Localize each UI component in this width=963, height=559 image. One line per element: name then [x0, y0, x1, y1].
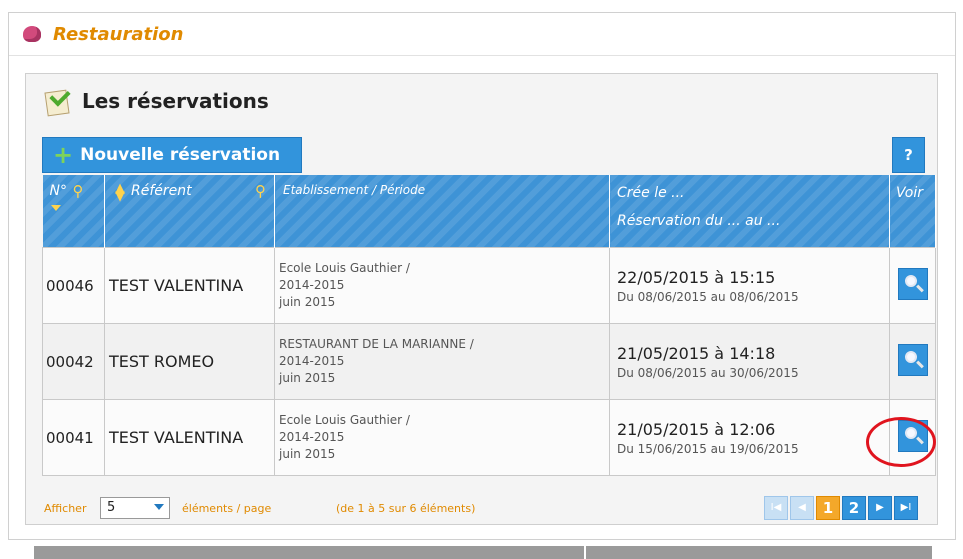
table-row: 00041 TEST VALENTINA Ecole Louis Gauthie…: [42, 399, 936, 476]
sort-icon[interactable]: ▲ ▼: [115, 182, 127, 203]
reservations-panel: Les réservations + Nouvelle réservation …: [25, 73, 938, 525]
reservation-number: 00046: [46, 277, 94, 295]
range-text: (de 1 à 5 sur 6 éléments): [336, 502, 476, 515]
table-header-row: N° ⚲ ▲ ▼ Référent ⚲ Etablissement / Péri…: [42, 175, 936, 248]
view-reservation-button[interactable]: [897, 343, 928, 376]
page-1-button[interactable]: 1: [816, 496, 840, 520]
header-voir-label: Voir: [896, 185, 923, 201]
page-size-select[interactable]: 5: [100, 497, 170, 519]
reservation-number: 00041: [46, 429, 94, 447]
reservations-table: N° ⚲ ▲ ▼ Référent ⚲ Etablissement / Péri…: [42, 175, 936, 476]
establishment-info: Ecole Louis Gauthier / 2014-2015 juin 20…: [279, 413, 410, 461]
dropdown-chevron-icon: [154, 504, 164, 510]
app-title: Restauration: [53, 23, 184, 45]
magnifier-icon: [904, 274, 917, 287]
search-referent-icon[interactable]: ⚲: [255, 182, 269, 200]
highlight-circle: [866, 417, 936, 467]
app-window: Restauration Les réservations + Nouvelle…: [8, 12, 956, 540]
table-row: 00042 TEST ROMEO RESTAURANT DE LA MARIAN…: [42, 323, 936, 400]
header-num[interactable]: N° ⚲: [42, 175, 105, 248]
panel-heading: Les réservations: [44, 85, 269, 117]
search-num-icon[interactable]: ⚲: [73, 182, 87, 200]
referent-name: TEST VALENTINA: [109, 428, 244, 447]
establishment-info: RESTAURANT DE LA MARIANNE / 2014-2015 ju…: [279, 337, 474, 385]
next-page-button[interactable]: ▶: [868, 496, 892, 520]
header-referent-label: Référent: [131, 183, 192, 199]
header-num-label: N°: [49, 183, 67, 199]
table-footer: Afficher 5 éléments / page (de 1 à 5 sur…: [42, 496, 935, 522]
app-header: Restauration: [9, 13, 955, 56]
header-period-label: Réservation du ... au ...: [617, 213, 781, 229]
show-label: Afficher: [44, 502, 87, 515]
establishment-info: Ecole Louis Gauthier / 2014-2015 juin 20…: [279, 261, 410, 309]
last-page-button[interactable]: ▶I: [894, 496, 918, 520]
sort-desc-icon[interactable]: [50, 205, 61, 211]
header-created-label: Crée le ...: [617, 185, 685, 201]
new-reservation-label: Nouvelle réservation: [80, 145, 281, 165]
app-logo-icon: [23, 26, 41, 42]
header-estab: Etablissement / Période: [274, 175, 610, 248]
header-estab-label: Etablissement / Période: [283, 183, 426, 197]
table-row: 00046 TEST VALENTINA Ecole Louis Gauthie…: [42, 247, 936, 324]
view-reservation-button[interactable]: [897, 267, 928, 300]
magnifier-icon: [904, 350, 917, 363]
reservation-dates: 22/05/2015 à 15:15 Du 08/06/2015 au 08/0…: [617, 267, 799, 304]
header-created: Crée le ... Réservation du ... au ...: [609, 175, 890, 248]
per-page-label: éléments / page: [182, 502, 272, 515]
reservation-dates: 21/05/2015 à 12:06 Du 15/06/2015 au 19/0…: [617, 419, 799, 456]
referent-name: TEST VALENTINA: [109, 276, 244, 295]
help-button[interactable]: ?: [892, 137, 925, 173]
plus-icon: +: [53, 141, 74, 169]
panel-title: Les réservations: [82, 89, 269, 113]
header-referent[interactable]: ▲ ▼ Référent ⚲: [104, 175, 275, 248]
new-reservation-button[interactable]: + Nouvelle réservation: [42, 137, 302, 173]
bottom-bar: [34, 546, 932, 559]
prev-page-button[interactable]: ◀: [790, 496, 814, 520]
pagination: I◀ ◀ 1 2 ▶ ▶I: [764, 496, 918, 520]
referent-name: TEST ROMEO: [109, 352, 215, 371]
page-2-button[interactable]: 2: [842, 496, 866, 520]
reservations-icon: [44, 85, 72, 117]
first-page-button[interactable]: I◀: [764, 496, 788, 520]
header-voir: Voir: [889, 175, 936, 248]
reservation-number: 00042: [46, 353, 94, 371]
reservation-dates: 21/05/2015 à 14:18 Du 08/06/2015 au 30/0…: [617, 343, 799, 380]
